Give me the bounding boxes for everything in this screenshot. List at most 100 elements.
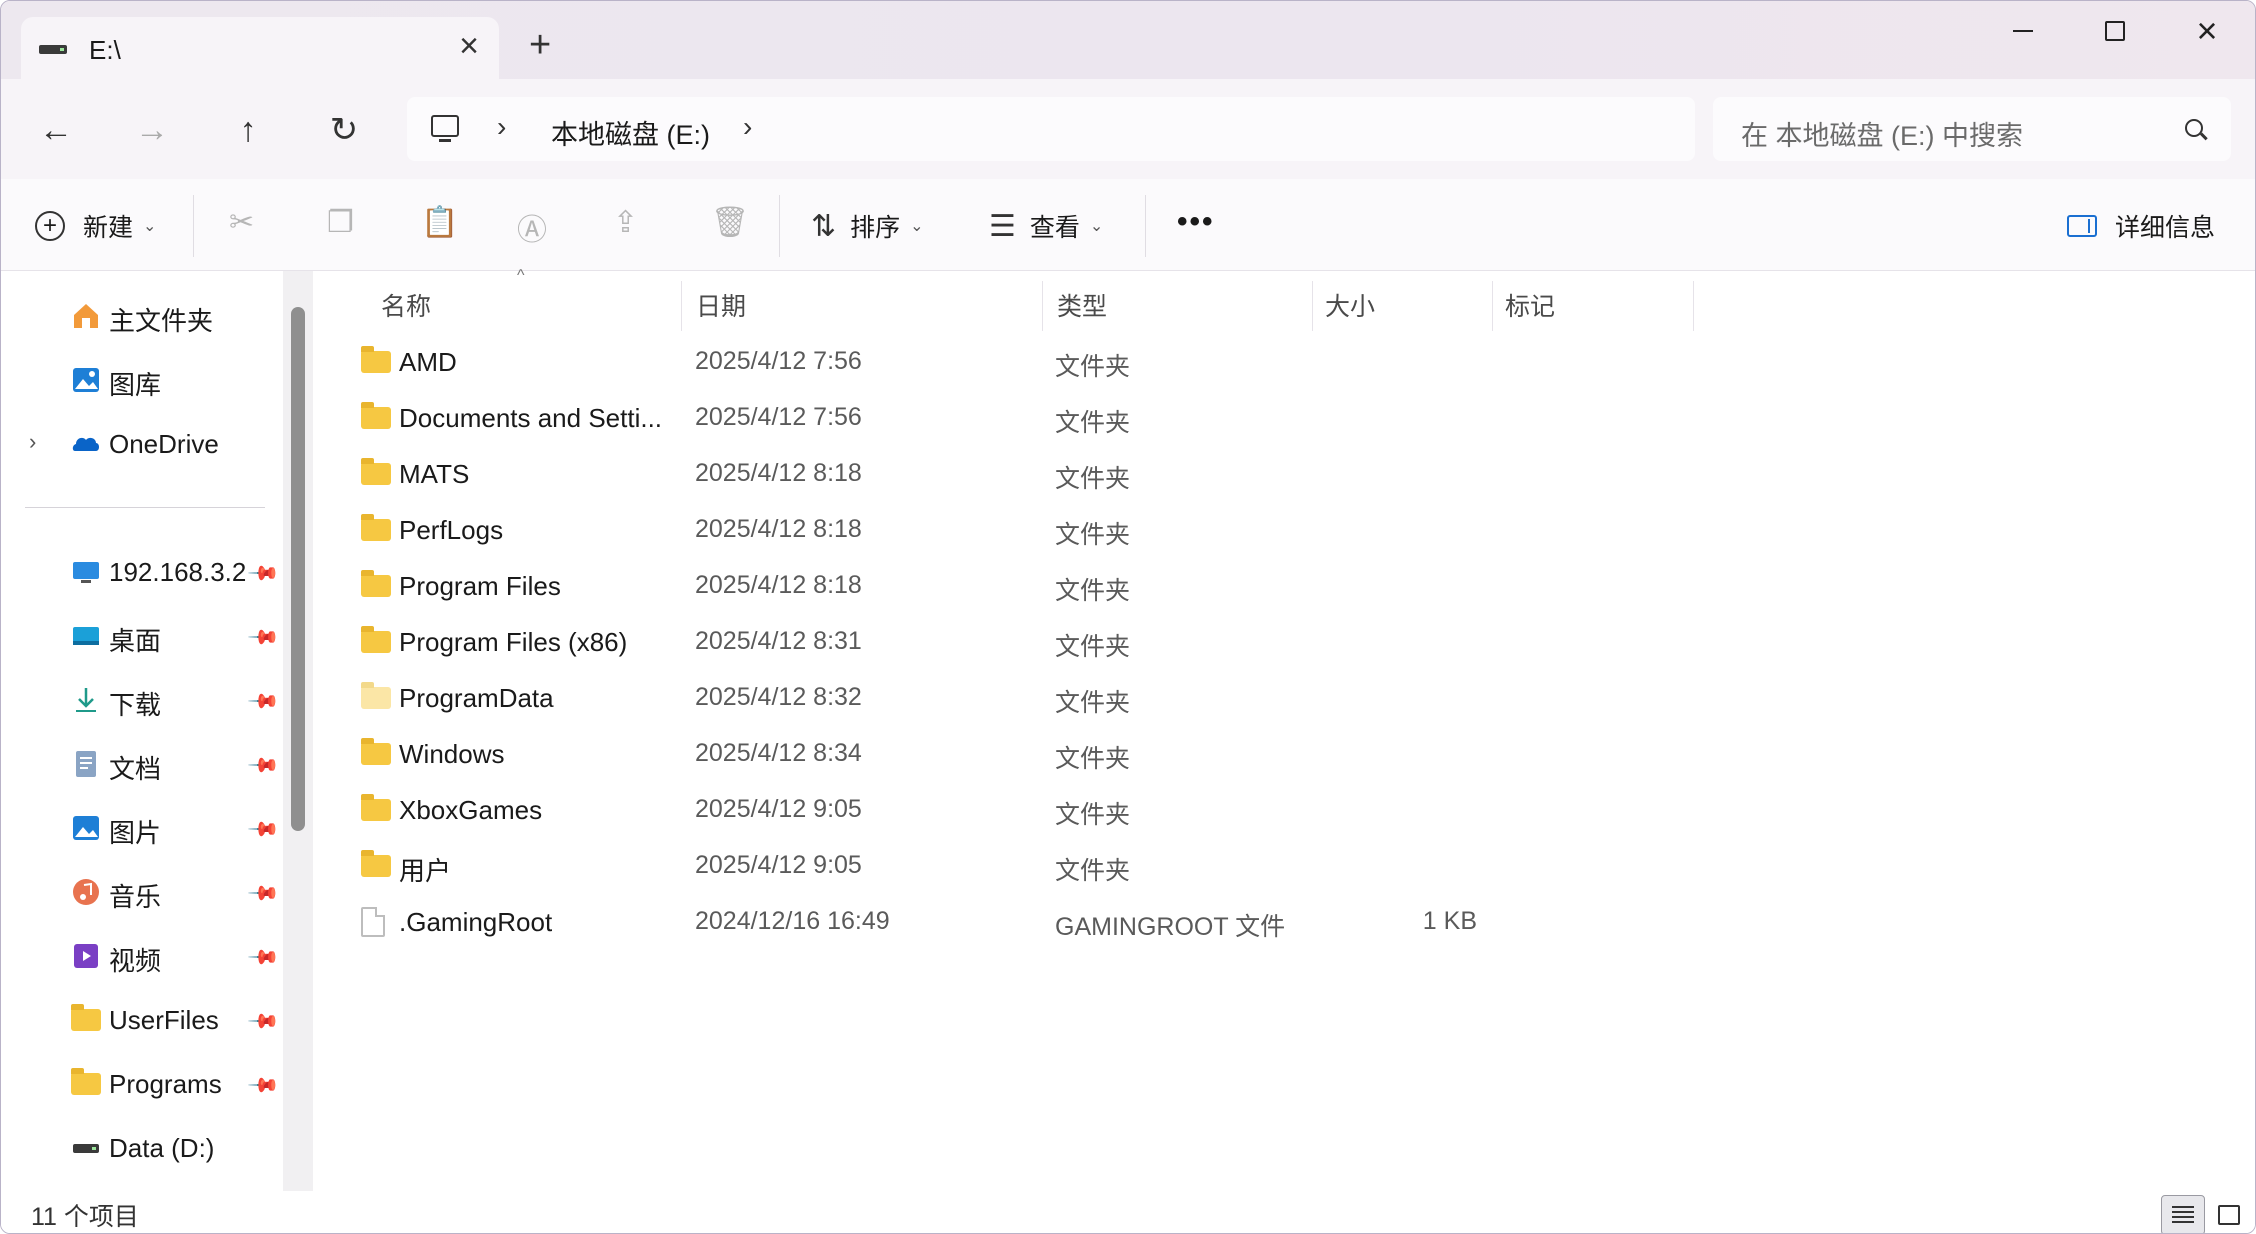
file-date: 2025/4/12 8:18 <box>695 515 862 543</box>
sidebar-item-userfiles[interactable]: UserFiles 📌 <box>1 995 281 1045</box>
file-row[interactable]: XboxGames 2025/4/12 9:05 文件夹 <box>313 781 2255 837</box>
chevron-down-icon: ⌄ <box>143 218 157 235</box>
breadcrumb-chevron-icon[interactable]: › <box>743 111 752 143</box>
file-name: PerfLogs <box>399 515 504 545</box>
sidebar-item-documents[interactable]: 文档 📌 <box>1 739 281 789</box>
tab-e-drive[interactable]: E:\ × <box>21 17 499 79</box>
details-label: 详细信息 <box>2115 214 2216 242</box>
copy-icon[interactable]: ❐ <box>327 205 354 240</box>
file-row[interactable]: Program Files (x86) 2025/4/12 8:31 文件夹 <box>313 613 2255 669</box>
file-row[interactable]: Program Files 2025/4/12 8:18 文件夹 <box>313 557 2255 613</box>
column-label-tags: 标记 <box>1505 293 1556 321</box>
breadcrumb-local-disk-e[interactable]: 本地磁盘 (E:) <box>551 113 710 152</box>
maximize-button[interactable] <box>2085 11 2145 51</box>
new-button[interactable]: + 新建 ⌄ <box>35 203 156 249</box>
sidebar-item-programs[interactable]: Programs 📌 <box>1 1059 281 1109</box>
file-row[interactable]: Documents and Setti... 2025/4/12 7:56 文件夹 <box>313 389 2255 445</box>
details-view-button[interactable] <box>2161 1195 2205 1233</box>
file-row[interactable]: PerfLogs 2025/4/12 8:18 文件夹 <box>313 501 2255 557</box>
back-button[interactable]: ← <box>31 105 81 155</box>
column-label-type: 类型 <box>1057 293 1108 321</box>
navigation-bar: ← → ↑ ↻ › 本地磁盘 (E:) › 在 本地磁盘 (E:) 中搜索 <box>1 79 2255 179</box>
pin-icon[interactable]: 📌 <box>246 812 281 847</box>
this-pc-icon[interactable] <box>431 115 459 142</box>
chevron-right-icon[interactable]: › <box>29 429 36 455</box>
videos-icon <box>74 944 98 968</box>
column-header-tags[interactable]: 标记 <box>1493 271 1693 331</box>
pin-icon[interactable]: 📌 <box>246 1068 281 1103</box>
column-header-size[interactable]: 大小 <box>1313 271 1491 331</box>
documents-icon <box>76 751 96 777</box>
file-row[interactable]: MATS 2025/4/12 8:18 文件夹 <box>313 445 2255 501</box>
sidebar-item-gallery[interactable]: 图库 <box>1 355 281 405</box>
gallery-icon <box>73 368 99 392</box>
pin-icon[interactable]: 📌 <box>246 556 281 591</box>
file-row[interactable]: Windows 2025/4/12 8:34 文件夹 <box>313 725 2255 781</box>
download-icon <box>76 688 96 712</box>
file-type: 文件夹 <box>1055 409 1131 437</box>
sort-button[interactable]: ⇅ 排序 ⌄ <box>811 203 924 249</box>
pin-icon[interactable]: 📌 <box>246 940 281 975</box>
sidebar-item-home[interactable]: 主文件夹 <box>1 291 281 341</box>
item-count: 11 个项目 <box>31 1203 139 1231</box>
file-row[interactable]: AMD 2025/4/12 7:56 文件夹 <box>313 333 2255 389</box>
folder-icon <box>361 346 391 373</box>
column-divider[interactable] <box>1693 281 1694 331</box>
sort-icon: ⇅ <box>811 209 837 243</box>
file-date: 2025/4/12 9:05 <box>695 795 862 823</box>
file-date: 2024/12/16 16:49 <box>695 907 890 935</box>
sidebar-item-desktop[interactable]: 桌面 📌 <box>1 611 281 661</box>
forward-button[interactable]: → <box>127 105 177 155</box>
pin-icon[interactable]: 📌 <box>246 1004 281 1039</box>
up-button[interactable]: ↑ <box>223 105 273 155</box>
sidebar-item-label: Data (D:) <box>109 1133 215 1163</box>
file-type: 文件夹 <box>1055 465 1131 493</box>
details-pane-icon <box>2067 215 2097 237</box>
sidebar-item-pictures[interactable]: 图片 📌 <box>1 803 281 853</box>
drive-icon <box>39 45 67 54</box>
sidebar-item-music[interactable]: 音乐 📌 <box>1 867 281 917</box>
close-window-button[interactable]: × <box>2177 11 2237 51</box>
refresh-button[interactable]: ↻ <box>319 105 369 155</box>
file-row[interactable]: 用户 2025/4/12 9:05 文件夹 <box>313 837 2255 893</box>
cut-icon[interactable]: ✂ <box>229 205 254 240</box>
search-box[interactable]: 在 本地磁盘 (E:) 中搜索 <box>1713 97 2231 161</box>
close-tab-button[interactable]: × <box>459 29 479 63</box>
search-icon[interactable] <box>2185 119 2203 137</box>
pin-icon[interactable]: 📌 <box>246 684 281 719</box>
file-name: Documents and Setti... <box>399 403 663 433</box>
pin-icon[interactable]: 📌 <box>246 620 281 655</box>
sidebar-scrollbar[interactable] <box>283 271 313 1191</box>
share-icon[interactable]: ⇪ <box>613 205 638 240</box>
sidebar-item-label: 192.168.3.2 <box>109 557 247 587</box>
column-header-date[interactable]: 日期 <box>682 271 1034 331</box>
sidebar-scroll-thumb[interactable] <box>291 307 305 831</box>
large-icons-view-button[interactable] <box>2207 1195 2251 1233</box>
search-placeholder[interactable]: 在 本地磁盘 (E:) 中搜索 <box>1741 114 2023 153</box>
sidebar-item-videos[interactable]: 视频 📌 <box>1 931 281 981</box>
address-bar[interactable]: › 本地磁盘 (E:) › <box>407 97 1695 161</box>
column-header-name[interactable]: ^ 名称 <box>313 267 681 331</box>
delete-icon[interactable]: 🗑 <box>711 205 749 240</box>
file-row[interactable]: .GamingRoot 2024/12/16 16:49 GAMINGROOT 文件… <box>313 893 2255 949</box>
sidebar-item-192-168-3-2[interactable]: 192.168.3.2 📌 <box>1 547 281 597</box>
pin-icon[interactable]: 📌 <box>246 748 281 783</box>
more-options-button[interactable]: ••• <box>1177 199 1215 245</box>
sidebar-item-downloads[interactable]: 下载 📌 <box>1 675 281 725</box>
minimize-button[interactable] <box>1993 11 2053 51</box>
view-button[interactable]: ☰ 查看 ⌄ <box>989 203 1103 249</box>
file-icon <box>361 907 385 937</box>
navigation-pane: 主文件夹 图库 › OneDrive 192.168.3.2 📌 桌面 📌 下载… <box>1 271 313 1191</box>
large-icons-view-icon <box>2218 1205 2240 1225</box>
column-header-type[interactable]: 类型 <box>1043 271 1311 331</box>
sidebar-item-data-d[interactable]: Data (D:) <box>1 1123 281 1173</box>
file-name: Windows <box>399 739 505 769</box>
pin-icon[interactable]: 📌 <box>246 876 281 911</box>
sidebar-item-onedrive[interactable]: › OneDrive <box>1 419 281 469</box>
new-tab-button[interactable]: + <box>529 25 551 65</box>
paste-icon[interactable]: 📋 <box>421 205 458 240</box>
breadcrumb-chevron-icon[interactable]: › <box>497 111 506 143</box>
rename-icon[interactable]: Ⓐ <box>517 205 547 249</box>
details-pane-button[interactable]: 详细信息 <box>2067 203 2215 249</box>
file-row[interactable]: ProgramData 2025/4/12 8:32 文件夹 <box>313 669 2255 725</box>
